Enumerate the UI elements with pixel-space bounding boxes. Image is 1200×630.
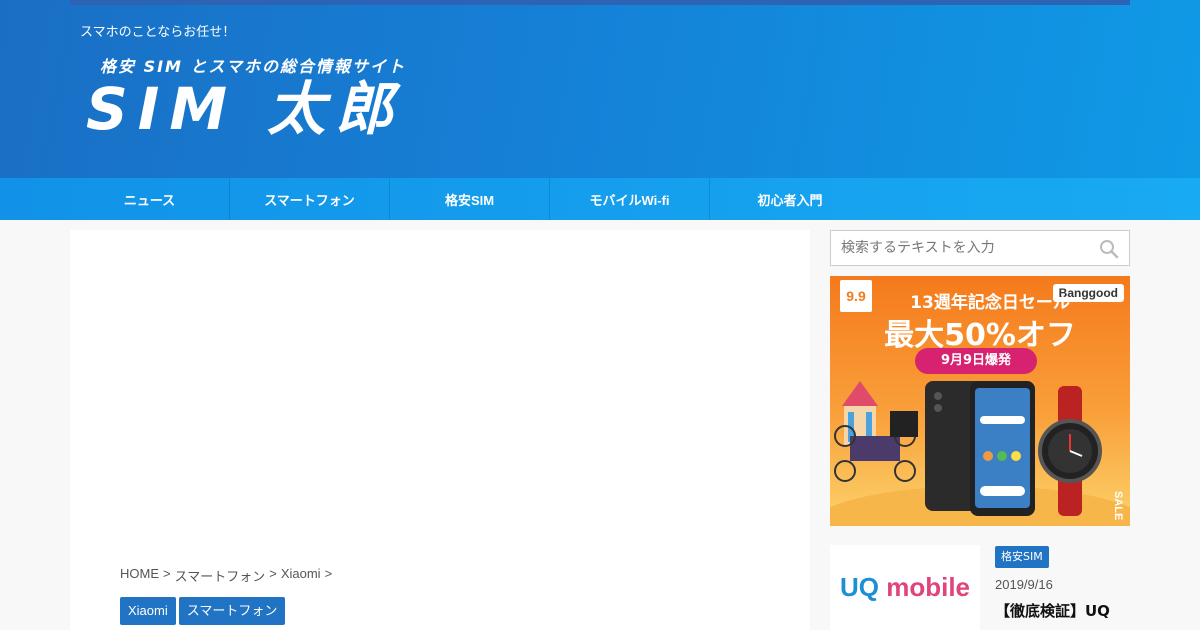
category-tags: Xiaomi スマートフォン	[120, 597, 286, 625]
search-box	[830, 230, 1130, 266]
breadcrumb-separator: >	[324, 566, 333, 581]
global-nav: ニュース スマートフォン 格安SIM モバイルWi-fi 初心者入門	[0, 178, 1200, 220]
tag-smartphone[interactable]: スマートフォン	[178, 597, 286, 625]
breadcrumb-separator: >	[163, 566, 171, 581]
search-input[interactable]	[831, 231, 1129, 265]
logo-uq: UQ	[839, 572, 879, 602]
nav-item-smartphone[interactable]: スマートフォン	[230, 178, 390, 220]
post-date: 2019/9/16	[995, 577, 1053, 592]
nav-item-mobile-wifi[interactable]: モバイルWi-fi	[550, 178, 710, 220]
nav-item-beginner[interactable]: 初心者入門	[710, 178, 870, 220]
ad-banner[interactable]: 9.9 Banggood 13週年記念日セール 最大50%オフ 9月9日爆発 S…	[830, 276, 1130, 526]
banner-sale-text: SALE	[1112, 491, 1124, 520]
header-top-line	[70, 0, 1130, 5]
banner-product-art: SALE	[830, 381, 1130, 526]
breadcrumb: HOME > スマートフォン > Xiaomi >	[120, 566, 332, 585]
site-tagline: スマホのことならお任せ！	[80, 25, 236, 40]
tag-xiaomi[interactable]: Xiaomi	[120, 597, 176, 625]
breadcrumb-separator: >	[269, 566, 277, 581]
main-content: HOME > スマートフォン > Xiaomi > Xiaomi スマートフォン	[70, 230, 810, 630]
uq-mobile-logo: UQ mobile	[840, 572, 970, 603]
phone-front-icon	[970, 381, 1035, 516]
sidebar-post-card[interactable]: UQ mobile 格安SIM 2019/9/16 【徹底検証】UQ	[830, 545, 1130, 630]
search-icon[interactable]	[1099, 239, 1119, 259]
site-logo[interactable]: SIM 太郎	[86, 74, 403, 144]
breadcrumb-xiaomi[interactable]: Xiaomi	[281, 566, 321, 585]
breadcrumb-home[interactable]: HOME	[120, 566, 159, 585]
nav-item-sim[interactable]: 格安SIM	[390, 178, 550, 220]
breadcrumb-smartphone[interactable]: スマートフォン	[175, 566, 266, 585]
nav-item-news[interactable]: ニュース	[70, 178, 230, 220]
banner-date-pill: 9月9日爆発	[915, 348, 1037, 374]
post-title[interactable]: 【徹底検証】UQ	[995, 600, 1130, 621]
logo-mobile: mobile	[878, 572, 970, 602]
site-header: スマホのことならお任せ！ 格安 SIM とスマホの総合情報サイト SIM 太郎	[0, 0, 1200, 178]
post-thumbnail[interactable]: UQ mobile	[830, 545, 980, 630]
post-category-badge[interactable]: 格安SIM	[995, 546, 1049, 568]
